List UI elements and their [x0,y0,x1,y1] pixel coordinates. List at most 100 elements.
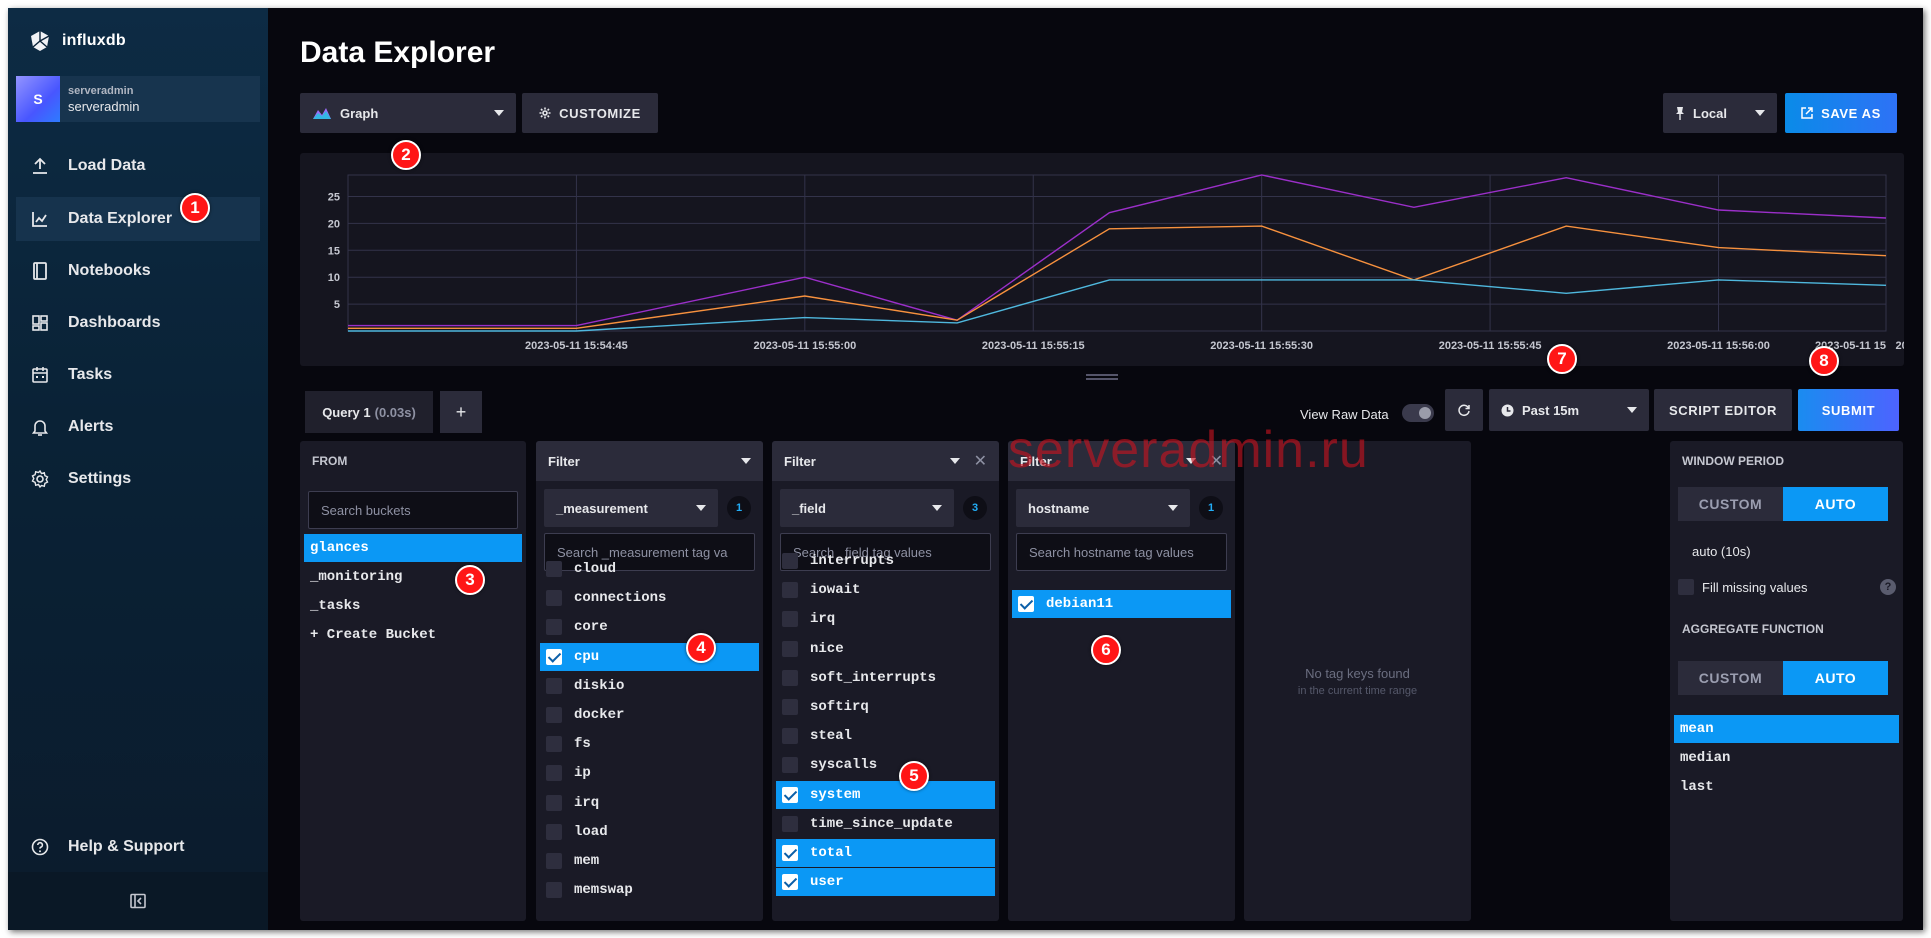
checkbox[interactable] [782,786,798,803]
checkbox[interactable] [546,853,562,869]
tag-value-item[interactable]: nice [776,635,995,663]
resize-handle[interactable] [1086,374,1118,380]
tag-value-item[interactable]: user [776,868,995,897]
tag-value-item[interactable]: irq [776,605,995,633]
checkbox[interactable] [546,765,562,782]
tag-value-item[interactable]: connections [540,584,759,612]
tag-value-item[interactable]: iowait [776,576,995,604]
graph-panel: 5 10 15 20 25 2023-05-11 15:54:45 2023-05-11 1… [300,153,1923,366]
tag-key-dropdown[interactable]: _measurement [544,489,718,527]
sidebar-item-data-explorer[interactable]: Data Explorer [16,197,260,241]
tag-value-item[interactable]: steal [776,722,995,750]
tag-value-item[interactable]: docker [540,701,759,729]
checkbox[interactable] [546,707,562,723]
view-raw-toggle[interactable] [1402,404,1434,422]
sidebar-collapse-button[interactable] [8,872,268,930]
bucket-item-tasks[interactable]: _tasks [304,592,522,620]
timezone-dropdown[interactable]: Local [1663,93,1777,133]
checkbox[interactable] [1678,579,1694,595]
checkbox[interactable] [782,699,798,715]
tag-value-item[interactable]: debian11 [1012,590,1231,618]
tag-value-item[interactable]: load [540,818,759,846]
aggregate-header: AGGREGATE FUNCTION [1682,622,1824,636]
bucket-item-monitoring[interactable]: _monitoring [304,563,522,591]
checkbox[interactable] [782,728,798,745]
checkbox[interactable] [782,874,798,891]
view-type-dropdown[interactable]: Graph [300,93,516,133]
tag-value-search-input[interactable] [1016,533,1227,571]
checkbox[interactable] [546,794,562,811]
pin-icon [1676,107,1684,120]
customize-button[interactable]: CUSTOMIZE [522,93,658,133]
bucket-search-input[interactable] [308,491,518,529]
query-tab[interactable]: Query 1 (0.03s) [305,391,433,433]
user-switcher[interactable]: S serveradmin serveradmin [16,76,260,122]
checkbox[interactable] [782,582,798,599]
create-bucket-button[interactable]: + Create Bucket [304,621,522,649]
add-query-button[interactable]: + [440,391,482,433]
checkbox[interactable] [546,736,562,753]
tag-value-item[interactable]: diskio [540,672,759,700]
sidebar-item-tasks[interactable]: Tasks [16,353,260,397]
checkbox[interactable] [546,561,562,577]
filter-function-dropdown[interactable]: Filter ✕ [772,441,999,481]
sidebar-item-notebooks[interactable]: Notebooks [16,249,260,293]
sidebar-item-alerts[interactable]: Alerts [16,405,260,449]
checkbox[interactable] [1018,596,1034,612]
fill-missing-checkbox[interactable]: Fill missing values ? [1678,579,1896,595]
checkbox[interactable] [546,590,562,607]
checkbox[interactable] [546,677,562,694]
tag-value-item[interactable]: mem [540,847,759,875]
checkbox[interactable] [546,648,562,665]
aggregate-auto-button[interactable]: AUTO [1783,661,1888,695]
sidebar-item-settings[interactable]: Settings [16,457,260,501]
tag-value-item[interactable]: syscalls [776,751,995,779]
tag-value-item[interactable]: fs [540,730,759,758]
aggregate-function-item[interactable]: median [1674,744,1899,772]
tag-value-item[interactable]: cloud [540,555,759,583]
tag-value-item[interactable]: soft_interrupts [776,664,995,692]
checkbox[interactable] [546,823,562,840]
tag-value-item[interactable]: interrupts [776,547,995,575]
filter-function-dropdown[interactable]: Filter [536,441,763,481]
checkbox[interactable] [782,845,798,861]
tag-value-item[interactable]: time_since_update [776,810,995,838]
checkbox[interactable] [546,882,562,899]
checkbox[interactable] [782,669,798,686]
checkbox[interactable] [546,619,562,636]
sidebar-item-dashboards[interactable]: Dashboards [16,301,260,345]
aggregate-function-item[interactable]: last [1674,773,1899,801]
sidebar-item-help[interactable]: Help & Support [16,825,260,869]
tag-value-item[interactable]: core [540,613,759,641]
help-icon[interactable]: ? [1880,579,1896,595]
checkbox[interactable] [782,640,798,657]
window-period-auto-button[interactable]: AUTO [1783,487,1888,521]
tag-value-item[interactable]: total [776,839,995,867]
tag-value-item[interactable]: system [776,780,995,809]
tag-key-dropdown[interactable]: _field [780,489,954,527]
window-period-custom-button[interactable]: CUSTOM [1678,487,1783,521]
bucket-item-glances[interactable]: glances [304,534,522,562]
tag-value-item[interactable]: cpu [540,642,759,671]
tag-value-item[interactable]: ip [540,759,759,787]
checkbox[interactable] [782,757,798,774]
close-icon[interactable]: ✕ [974,451,987,471]
aggregate-function-item[interactable]: mean [1674,715,1899,743]
checkbox[interactable] [782,815,798,832]
tag-value-item[interactable]: memswap [540,876,759,904]
aggregate-custom-button[interactable]: CUSTOM [1678,661,1783,695]
logo[interactable]: influxdb [28,26,126,56]
save-as-button[interactable]: SAVE AS [1785,93,1897,133]
tag-key-dropdown[interactable]: hostname [1016,489,1190,527]
tag-value-item[interactable]: irq [540,789,759,817]
item-label: cloud [574,561,617,577]
watermark: serveradmin.ru [1008,421,1369,479]
time-range-dropdown[interactable]: Past 15m [1489,389,1649,431]
refresh-button[interactable] [1445,389,1483,431]
script-editor-button[interactable]: SCRIPT EDITOR [1654,389,1792,431]
tag-value-item[interactable]: softirq [776,693,995,721]
submit-button[interactable]: SUBMIT [1798,389,1899,431]
checkbox[interactable] [782,553,798,569]
checkbox[interactable] [782,611,798,628]
sidebar-item-load-data[interactable]: Load Data [16,144,260,188]
